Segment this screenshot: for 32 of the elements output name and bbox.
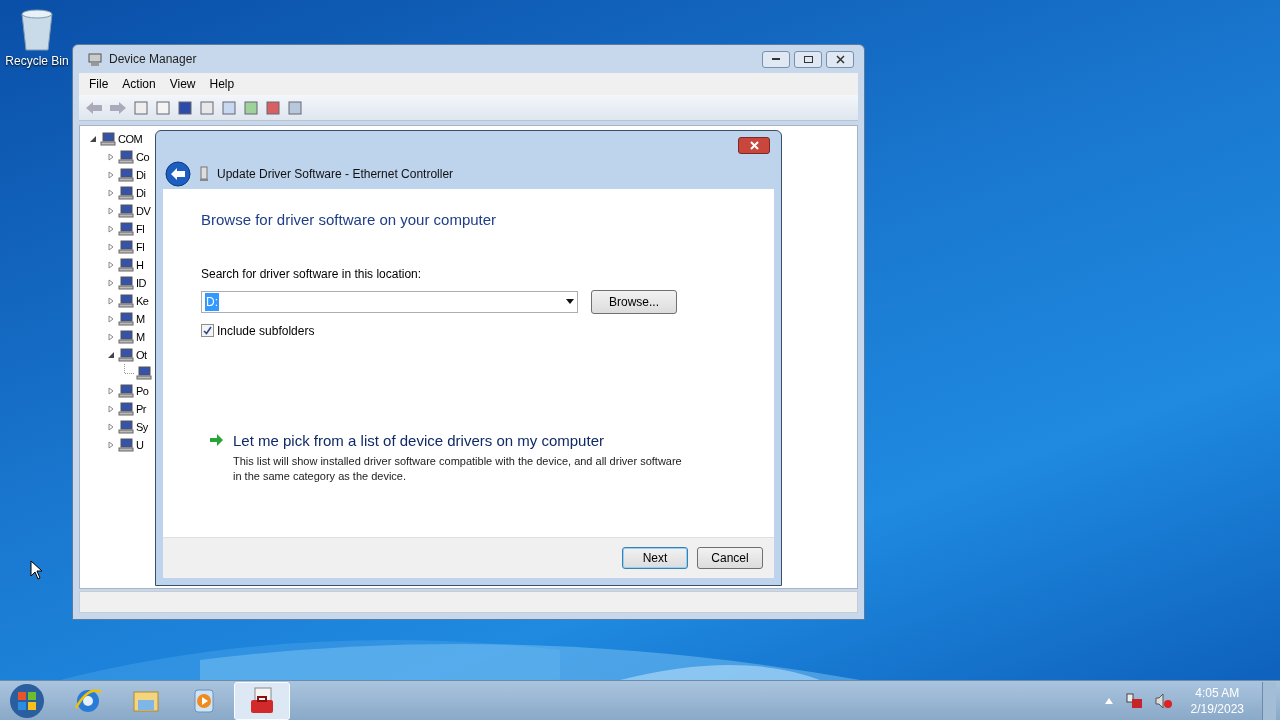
tree-item[interactable]: M [136,328,145,346]
dialog-title: Update Driver Software - Ethernet Controller [217,166,454,183]
tree-item[interactable]: U [136,436,144,454]
dialog-button[interactable]: Cancel [697,547,763,569]
pick-from-list-link[interactable]: Let me pick from a list of device drivers on my computer [233,429,683,452]
pick-description: This list will show installed driver software compatible with the device, and all driver software in the same category as the device. [233,454,683,484]
tree-item[interactable]: Di [136,184,146,202]
checkbox-label[interactable]: Include subfolders [217,321,315,340]
tree-item[interactable]: Sy [136,418,148,436]
tree-item[interactable]: M [136,310,145,328]
window-title: Device Manager [109,51,197,68]
dialog-heading: Browse for driver software on your computer [201,210,498,230]
tree-item[interactable]: Di [136,166,146,184]
tree-item[interactable]: Fl [136,220,145,238]
tree-item[interactable]: Po [136,382,149,400]
tree-item[interactable]: Fl [136,238,145,256]
dialog-button[interactable]: Next [622,547,688,569]
tree-item[interactable]: Ot [136,346,147,364]
menu-item[interactable]: File [83,75,115,93]
desktop-icon-label[interactable]: Recycle Bin [5,52,69,70]
tree-item[interactable]: Pr [136,400,146,418]
tree-item[interactable]: Ke [136,292,149,310]
tree-item[interactable]: ID [136,274,146,292]
tree-item[interactable]: H [136,256,144,274]
browse-button[interactable]: Browse... [591,289,677,314]
tree-item[interactable]: COM [118,130,143,148]
tree-item[interactable]: DV [136,202,151,220]
menu-item[interactable]: View [163,75,202,93]
location-label: Search for driver software in this location: [201,265,423,283]
tree-item[interactable]: Co [136,148,150,166]
menu-item[interactable]: Action [116,75,162,93]
menu-item[interactable]: Help [203,75,241,93]
